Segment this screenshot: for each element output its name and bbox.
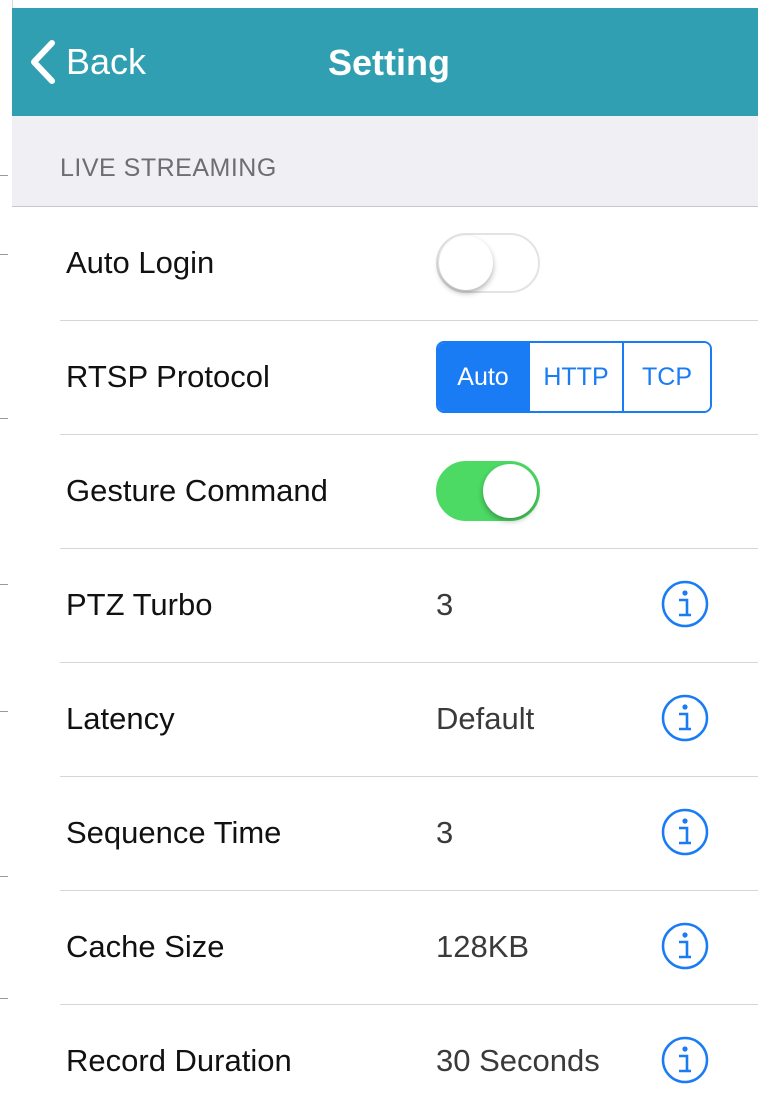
frame-tick	[0, 584, 8, 585]
row-ptz-turbo[interactable]: PTZ Turbo 3	[12, 549, 758, 663]
row-cache-size[interactable]: Cache Size 128KB	[12, 891, 758, 1005]
gesture-command-toggle[interactable]	[436, 461, 540, 521]
info-icon[interactable]	[660, 693, 710, 743]
frame-tick	[0, 175, 8, 176]
segment-http[interactable]: HTTP	[528, 343, 622, 411]
row-label-sequence-time: Sequence Time	[66, 815, 282, 850]
row-label-gesture-command: Gesture Command	[66, 473, 328, 508]
row-label-latency: Latency	[66, 701, 175, 736]
row-label-auto-login: Auto Login	[66, 245, 215, 280]
info-icon[interactable]	[660, 921, 710, 971]
section-header-area: LIVE STREAMING	[12, 116, 758, 207]
row-label-record-duration: Record Duration	[66, 1043, 292, 1078]
row-value-record-duration: 30 Seconds	[436, 1043, 600, 1078]
rtsp-protocol-segmented-control: Auto HTTP TCP	[436, 341, 712, 413]
row-auto-login: Auto Login	[12, 207, 758, 321]
page-title: Setting	[328, 42, 450, 83]
row-record-duration[interactable]: Record Duration 30 Seconds	[12, 1005, 758, 1111]
row-value-cache-size: 128KB	[436, 929, 530, 964]
info-icon[interactable]	[660, 579, 710, 629]
segment-tcp[interactable]: TCP	[622, 343, 710, 411]
chevron-left-icon	[31, 40, 55, 84]
row-latency[interactable]: Latency Default	[12, 663, 758, 777]
settings-screen: Back Setting LIVE STREAMING Auto Login R…	[0, 0, 758, 1111]
row-value-sequence-time: 3	[436, 815, 454, 850]
row-label-ptz-turbo: PTZ Turbo	[66, 587, 213, 622]
row-value-ptz-turbo: 3	[436, 587, 454, 622]
section-header-live-streaming: LIVE STREAMING	[60, 154, 277, 182]
navigation-bar: Back Setting	[12, 8, 758, 116]
row-gesture-command: Gesture Command	[12, 435, 758, 549]
frame-tick	[0, 711, 8, 712]
back-button-label: Back	[66, 41, 147, 82]
segment-auto[interactable]: Auto	[438, 343, 528, 411]
info-icon[interactable]	[660, 807, 710, 857]
frame-tick	[0, 876, 8, 877]
info-icon[interactable]	[660, 1035, 710, 1085]
frame-tick	[0, 998, 8, 999]
row-value-latency: Default	[436, 701, 535, 736]
toggle-knob	[483, 464, 537, 518]
row-label-cache-size: Cache Size	[66, 929, 225, 964]
frame-tick	[0, 254, 8, 255]
frame-tick	[0, 418, 8, 419]
row-label-rtsp-protocol: RTSP Protocol	[66, 359, 270, 394]
toggle-knob	[439, 236, 493, 290]
row-rtsp-protocol: RTSP Protocol Auto HTTP TCP	[12, 321, 758, 435]
row-sequence-time[interactable]: Sequence Time 3	[12, 777, 758, 891]
back-button[interactable]: Back	[28, 36, 146, 88]
auto-login-toggle[interactable]	[436, 233, 540, 293]
